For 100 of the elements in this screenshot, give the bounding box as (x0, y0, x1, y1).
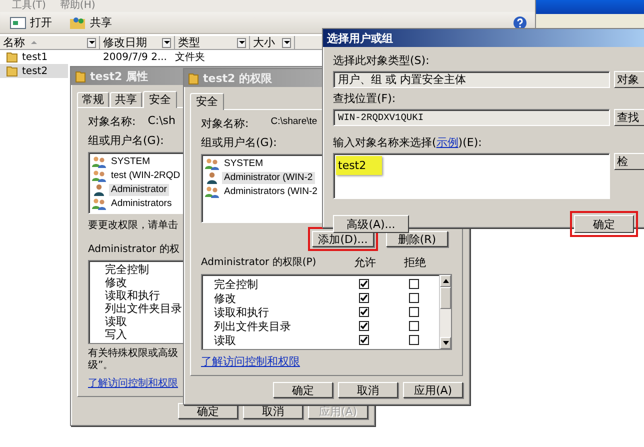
permissions-label: Administrator 的权限(P) (201, 256, 318, 270)
object-type-label: 选择此对象类型(S): (333, 53, 430, 68)
cancel-button[interactable]: 取消 (338, 382, 398, 398)
locations-button[interactable]: 查找 (614, 109, 644, 126)
tab[interactable]: 共享 (110, 92, 142, 107)
tab[interactable]: 常规 (77, 92, 109, 107)
window-title: test2 属性 (90, 68, 148, 84)
object-type-field[interactable]: 用户、组 或 内置安全主体 (333, 71, 610, 88)
checkbox[interactable] (359, 307, 369, 317)
object-name-label: 对象名称: (88, 114, 136, 129)
folder-icon (75, 70, 86, 82)
help-link[interactable]: 了解访问控制和权限 (201, 354, 300, 369)
permission-name: 读取 (105, 315, 127, 328)
group-label: 组或用户名(G): (88, 133, 164, 148)
checkbox[interactable] (409, 321, 419, 331)
dropdown-icon[interactable] (282, 38, 291, 48)
modified-date: 2009/7/9 2... (102, 52, 168, 62)
folder-icon (188, 72, 199, 84)
user-list-item[interactable]: Administrator (WIN-2 (222, 172, 315, 184)
help-link[interactable]: 了解访问控制和权限 (88, 376, 178, 390)
tab[interactable]: 安全 (190, 93, 224, 110)
note-text: 有关特殊权限或高级 级”。 (88, 348, 178, 372)
column-header[interactable]: 类型 (178, 35, 200, 50)
column-header[interactable]: 大小 (253, 35, 275, 50)
checkbox[interactable] (409, 293, 419, 303)
user-list-item[interactable]: test (WIN-2RQD (109, 170, 182, 182)
users-icon (205, 158, 219, 170)
open-button[interactable]: 打开 (8, 15, 54, 30)
permission-name: 读取和执行 (105, 289, 160, 302)
permission-name: 读取 (214, 333, 237, 347)
column-header[interactable]: 名称 (3, 35, 25, 50)
user-icon (206, 172, 218, 184)
permission-name: 列出文件夹目录 (105, 302, 182, 315)
users-icon (92, 198, 106, 210)
file-name: test2 (22, 66, 48, 76)
group-label: 组或用户名(G): (201, 135, 277, 150)
location-field[interactable]: WIN-2RQDXV1QUKI (333, 109, 610, 126)
ok-button[interactable]: 确定 (273, 382, 333, 398)
permission-name: 写入 (105, 328, 127, 341)
user-list-item[interactable]: SYSTEM (109, 156, 152, 168)
add-button[interactable]: 添加(D)... (312, 231, 374, 247)
checkbox[interactable] (409, 307, 419, 317)
file-type: 文件夹 (175, 50, 205, 64)
column-header: 拒绝 (403, 255, 427, 270)
tab[interactable]: 安全 (143, 91, 177, 108)
checkbox[interactable] (359, 293, 369, 303)
checkbox[interactable] (359, 279, 369, 289)
column-header[interactable]: 修改日期 (103, 35, 147, 50)
permission-name: 修改 (214, 291, 237, 305)
window-title: 选择用户或组 (327, 30, 393, 46)
checkbox[interactable] (359, 335, 369, 345)
window-icon (10, 16, 26, 28)
hint-text: 要更改权限，请单击 (88, 218, 178, 232)
menu-item[interactable]: 工具(T) (12, 0, 46, 12)
permission-name: 完全控制 (214, 277, 259, 291)
help-icon[interactable] (513, 16, 527, 30)
dropdown-icon[interactable] (87, 38, 96, 48)
permission-name: 列出文件夹目录 (214, 319, 292, 333)
user-icon (93, 184, 105, 196)
permission-name: 读取和执行 (214, 305, 270, 319)
location-label: 查找位置(F): (333, 91, 397, 106)
users-icon (92, 156, 106, 168)
window-title: test2 的权限 (203, 70, 272, 86)
dropdown-icon[interactable] (237, 38, 246, 48)
share-button[interactable]: 共享 (68, 15, 114, 30)
user-list-item[interactable]: Administrator (109, 184, 169, 196)
user-list-item[interactable]: Administrators (109, 198, 174, 210)
file-row[interactable]: test1 2009/7/9 2... 文件夹 (0, 50, 221, 64)
folder-icon (6, 65, 18, 77)
object-types-button[interactable]: 对象 (614, 71, 644, 88)
remove-button[interactable]: 删除(R) (386, 231, 448, 247)
users-icon (70, 16, 86, 29)
checkbox[interactable] (409, 335, 419, 345)
object-path: C:\share\te (270, 116, 318, 129)
object-name-field[interactable]: test2 (333, 153, 610, 199)
user-list-item[interactable]: SYSTEM (222, 158, 266, 170)
advanced-button[interactable]: 高级(A)... (333, 215, 409, 233)
menu-item[interactable]: 帮助(H) (60, 0, 96, 12)
scrollbar[interactable] (439, 275, 451, 349)
check-names-button[interactable]: 检 (614, 153, 644, 170)
checkbox[interactable] (359, 321, 369, 331)
apply-button[interactable]: 应用(A) (403, 382, 463, 398)
example-link[interactable]: 示例 (436, 136, 458, 149)
highlight-marker: test2 (336, 156, 382, 175)
permission-name: 修改 (105, 276, 127, 289)
permissions-label: Administrator 的权 (88, 242, 180, 256)
sort-icon (31, 41, 37, 44)
users-icon (205, 186, 219, 198)
file-row[interactable]: test2 (0, 64, 68, 78)
object-name-label: 输入对象名称来选择(示例)(E): (333, 135, 483, 150)
dropdown-icon[interactable] (162, 38, 171, 48)
object-name-label: 对象名称: (201, 116, 249, 131)
object-path: C:\sh (148, 114, 176, 129)
checkbox[interactable] (409, 279, 419, 289)
column-header: 允许 (353, 255, 377, 270)
permission-name: 完全控制 (105, 263, 149, 276)
users-icon (92, 170, 106, 182)
file-name: test1 (22, 52, 48, 62)
ok-button[interactable]: 确定 (574, 215, 634, 233)
user-list-item[interactable]: Administrators (WIN-2 (222, 186, 320, 198)
